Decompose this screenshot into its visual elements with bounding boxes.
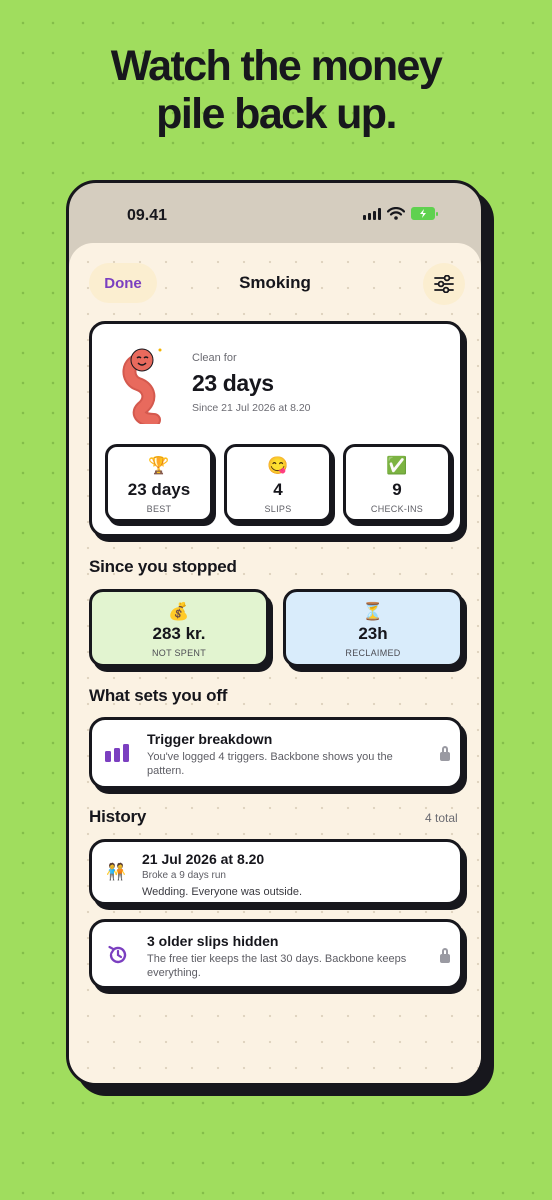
stat-slips-value: 4 — [273, 480, 283, 499]
phone-frame: 09.41 Done Smoking Clean for 23 days Sin… — [66, 180, 484, 1086]
stat-best-label: BEST — [146, 504, 172, 514]
hidden-slips-sub: The free tier keeps the last 30 days. Ba… — [147, 953, 407, 979]
stat-best-value: 23 days — [127, 480, 191, 499]
check-icon: ✅ — [386, 456, 408, 475]
clean-label: Clean for — [192, 352, 237, 364]
since-stopped-title: Since you stopped — [89, 557, 237, 576]
triggers-title: What sets you off — [89, 686, 228, 705]
battery-charging-icon — [411, 207, 438, 220]
history-icon — [108, 945, 127, 964]
face-icon: 😋 — [267, 456, 289, 475]
trigger-row-title: Trigger breakdown — [147, 731, 273, 747]
history-item-note: Wedding. Everyone was outside. — [142, 886, 302, 898]
worm-mascot — [122, 348, 162, 424]
history-item[interactable]: 🧑‍🤝‍🧑 21 Jul 2026 at 8.20 Broke a 9 days… — [89, 839, 463, 905]
wifi-icon — [387, 207, 405, 220]
stat-slips: 😋 4 SLIPS — [224, 444, 332, 522]
clean-value: 23 days — [192, 370, 274, 396]
reclaimed-value: 23h — [358, 624, 388, 643]
headline-line-1: Watch the money — [110, 42, 443, 90]
signal-icon — [363, 207, 381, 220]
money-bag-icon: 💰 — [168, 602, 190, 621]
lock-icon — [440, 746, 450, 761]
not-spent-label: NOT SPENT — [151, 648, 207, 658]
history-item-title: 21 Jul 2026 at 8.20 — [142, 851, 265, 867]
stat-checkins: ✅ 9 CHECK-INS — [343, 444, 451, 522]
clean-card: Clean for 23 days Since 21 Jul 2026 at 8… — [89, 321, 463, 537]
sliders-icon — [434, 275, 454, 293]
stat-checkins-value: 9 — [392, 480, 402, 499]
history-title: History — [89, 807, 147, 826]
clean-since: Since 21 Jul 2026 at 8.20 — [192, 402, 311, 414]
hidden-slips-row[interactable]: 3 older slips hidden The free tier keeps… — [89, 919, 463, 989]
trigger-row-sub: You've logged 4 triggers. Backbone shows… — [147, 751, 393, 777]
headline: Watch the money pile back up. — [0, 42, 552, 138]
settings-button[interactable] — [423, 263, 465, 305]
headline-line-2: pile back up. — [156, 90, 397, 138]
hourglass-icon: ⏳ — [362, 602, 384, 621]
bar-chart-icon — [105, 744, 129, 762]
stat-best: 🏆 23 days BEST — [105, 444, 213, 522]
hidden-slips-title: 3 older slips hidden — [147, 933, 279, 949]
reclaimed-card: ⏳ 23h RECLAIMED — [283, 589, 463, 667]
nav-title: Smoking — [239, 273, 311, 292]
stat-slips-label: SLIPS — [264, 504, 292, 514]
people-icon: 🧑‍🤝‍🧑 — [106, 864, 126, 881]
history-item-sub: Broke a 9 days run — [142, 870, 226, 881]
not-spent-card: 💰 283 kr. NOT SPENT — [89, 589, 269, 667]
status-icons — [363, 207, 438, 220]
not-spent-value: 283 kr. — [152, 624, 206, 643]
screen: Done Smoking Clean for 23 days Since 21 … — [69, 243, 481, 1083]
history-count: 4 total — [425, 811, 458, 825]
lock-icon — [440, 948, 450, 963]
trigger-breakdown-row[interactable]: Trigger breakdown You've logged 4 trigge… — [89, 717, 463, 789]
trophy-icon: 🏆 — [148, 456, 170, 475]
status-time: 09.41 — [127, 207, 168, 224]
stat-checkins-label: CHECK-INS — [370, 504, 424, 514]
reclaimed-label: RECLAIMED — [345, 648, 401, 658]
